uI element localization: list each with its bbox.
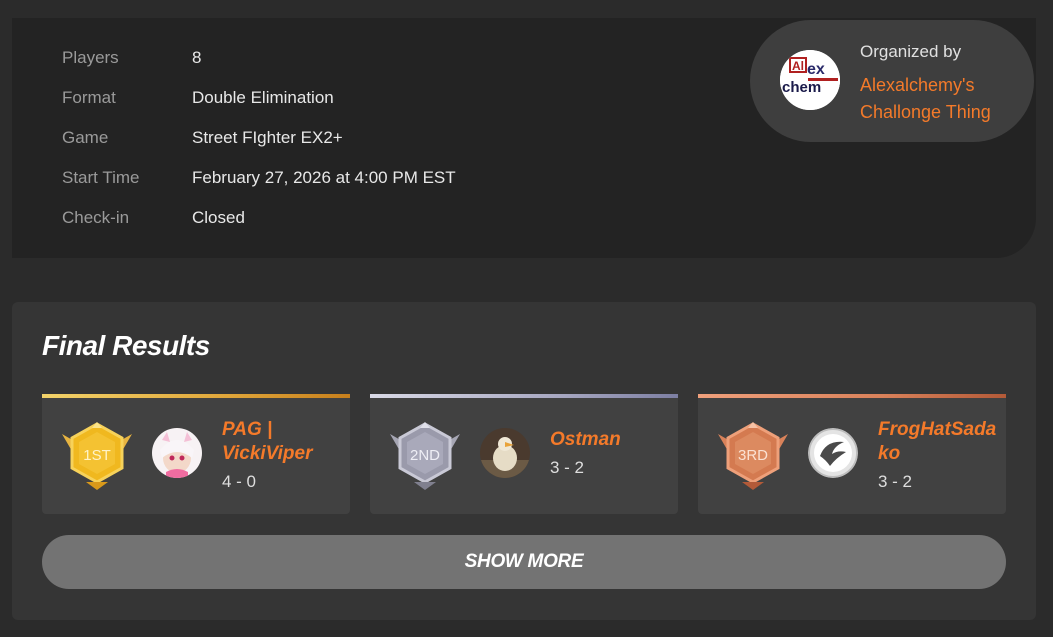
player-name[interactable]: PAG | VickiViper <box>222 418 342 466</box>
organizer-link[interactable]: Alexalchemy's Challonge Thing <box>860 72 1020 126</box>
final-results-card: Final Results 1ST PAG | VickiViper 4 - 0… <box>12 302 1036 620</box>
place-accent-bar <box>698 394 1006 398</box>
place-card-second[interactable]: 2ND Ostman 3 - 2 <box>370 394 678 514</box>
organizer-avatar[interactable]: Al ex chem <box>780 50 840 110</box>
svg-text:ex: ex <box>807 61 825 78</box>
medal-rank-text: 1ST <box>83 447 111 464</box>
info-label: Game <box>62 128 109 147</box>
info-value: Street FIghter EX2+ <box>192 128 343 147</box>
medal-rank-text: 3RD <box>738 447 768 464</box>
place-accent-bar <box>42 394 350 398</box>
organizer-title: Organized by <box>860 42 962 61</box>
place-card-first[interactable]: 1ST PAG | VickiViper 4 - 0 <box>42 394 350 514</box>
info-value: February 27, 2026 at 4:00 PM EST <box>192 168 456 187</box>
info-value: 8 <box>192 48 202 67</box>
info-label: Check-in <box>62 208 130 227</box>
player-score: 3 - 2 <box>550 458 585 477</box>
info-value: Closed <box>192 208 245 227</box>
organizer-panel: Al ex chem Organized by Alexalchemy's Ch… <box>750 20 1034 142</box>
player-avatar[interactable] <box>480 428 530 478</box>
player-score: 4 - 0 <box>222 472 257 491</box>
svg-text:chem: chem <box>782 79 821 96</box>
medal-rank-text: 2ND <box>410 447 440 464</box>
player-name[interactable]: Ostman <box>550 428 670 452</box>
gold-medal-icon: 1ST <box>62 422 132 490</box>
info-label: Players <box>62 48 119 67</box>
alexalchemy-logo-icon: Al ex chem <box>780 50 840 110</box>
svg-text:Al: Al <box>792 59 804 73</box>
place-card-third[interactable]: 3RD FrogHatSadako 3 - 2 <box>698 394 1006 514</box>
silver-medal-icon: 2ND <box>390 422 460 490</box>
info-label: Format <box>62 88 116 107</box>
player-avatar[interactable] <box>152 428 202 478</box>
results-title: Final Results <box>42 330 210 361</box>
bronze-medal-icon: 3RD <box>718 422 788 490</box>
player-score: 3 - 2 <box>878 472 913 491</box>
show-more-button[interactable]: SHOW MORE <box>42 535 1006 589</box>
place-accent-bar <box>370 394 678 398</box>
player-avatar[interactable] <box>808 428 858 478</box>
info-label: Start Time <box>62 168 140 187</box>
info-value: Double Elimination <box>192 88 334 107</box>
player-name[interactable]: FrogHatSadako <box>878 418 998 466</box>
